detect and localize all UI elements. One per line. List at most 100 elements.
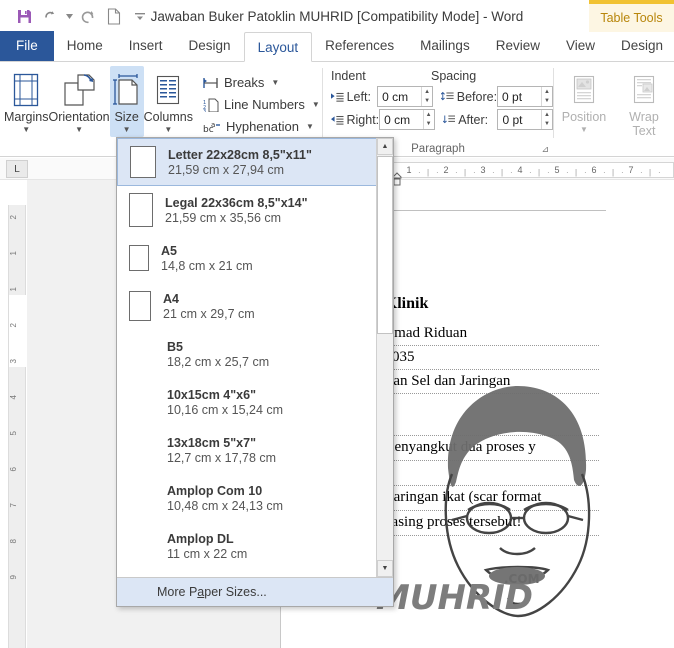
paper-size-text: 10x15cm 4"x6" 10,16 cm x 15,24 cm	[167, 388, 283, 417]
paper-size-item[interactable]: 279,4x431,8mm 11"x17" (Berskala)27,94 cm…	[117, 570, 393, 577]
paper-size-text: Letter 22x28cm 8,5"x11" 21,59 cm x 27,94 …	[168, 148, 312, 177]
save-icon[interactable]	[12, 4, 36, 28]
paper-size-item[interactable]: A4 21 cm x 29,7 cm	[117, 282, 393, 330]
paper-size-name: A4	[163, 291, 179, 306]
undo-icon[interactable]	[38, 4, 62, 28]
indent-right-spin-up[interactable]: ▲	[424, 110, 434, 120]
spacing-before-spin-up[interactable]: ▲	[542, 87, 552, 97]
ruler-tick: 1	[9, 287, 18, 292]
tab-file[interactable]: File	[0, 31, 54, 61]
spacing-after-stepper[interactable]: ▲ ▼	[497, 109, 554, 130]
spacing-after-icon	[442, 115, 456, 123]
ruler-tick: 2	[443, 165, 449, 175]
tab-references[interactable]: References	[312, 31, 407, 61]
ruler-tick: 3	[480, 165, 486, 175]
indent-right-stepper[interactable]: ▲ ▼	[379, 109, 435, 130]
margins-button[interactable]: Margins ▼	[4, 66, 48, 137]
tab-insert[interactable]: Insert	[116, 31, 176, 61]
paper-size-name: Letter 22x28cm 8,5"x11"	[168, 147, 312, 162]
ruler-minor-tick: |	[538, 168, 541, 177]
paper-size-item[interactable]: Amplop Com 10 10,48 cm x 24,13 cm	[117, 474, 393, 522]
ruler-minor-tick: ·	[640, 168, 643, 177]
indent-right-label: Right:	[346, 112, 380, 127]
spacing-before-stepper[interactable]: ▲ ▼	[497, 86, 554, 107]
spacing-before-input[interactable]	[498, 87, 541, 106]
breaks-button[interactable]: Breaks ▼	[199, 72, 324, 93]
customize-quick-access-toolbar-icon[interactable]	[128, 4, 152, 28]
paper-size-item[interactable]: 13x18cm 5"x7" 12,7 cm x 17,78 cm	[117, 426, 393, 474]
paper-size-item[interactable]: Legal 22x36cm 8,5"x14" 21,59 cm x 35,56 c…	[117, 186, 393, 234]
tab-view[interactable]: View	[553, 31, 608, 61]
tab-review[interactable]: Review	[483, 31, 553, 61]
indent-left-spin-up[interactable]: ▲	[422, 87, 432, 97]
paper-size-scrollbar[interactable]: ▲ ▼	[376, 138, 393, 577]
spacing-after-input[interactable]	[498, 110, 541, 129]
line-numbers-caret-icon[interactable]: ▼	[312, 100, 320, 109]
position-caret-icon[interactable]: ▼	[580, 125, 588, 134]
spacing-after-spin-arrows[interactable]: ▲ ▼	[540, 110, 552, 130]
paper-size-item[interactable]: B5 18,2 cm x 25,7 cm	[117, 330, 393, 378]
spacing-after-spin-up[interactable]: ▲	[542, 110, 552, 120]
hyphenation-button[interactable]: bc a Hyphenation ▼	[199, 116, 324, 137]
tab-mailings[interactable]: Mailings	[407, 31, 483, 61]
paper-size-thumbnail-icon	[129, 291, 151, 321]
ruler-minor-tick: |	[575, 168, 578, 177]
wrap-text-button[interactable]: Wrap Text	[614, 66, 674, 157]
redo-icon[interactable]	[76, 4, 100, 28]
tab-stop-selector[interactable]: L	[6, 160, 28, 178]
paragraph-dialog-launcher[interactable]: ⊿	[541, 144, 549, 155]
tab-table-tools-design[interactable]: Design	[608, 31, 674, 61]
margins-caret-icon[interactable]: ▼	[22, 125, 30, 134]
position-button[interactable]: Position ▼	[554, 66, 614, 157]
indent-left-icon	[331, 92, 344, 102]
ruler-tick: 1	[9, 251, 18, 256]
columns-label: Columns	[143, 110, 193, 124]
horizontal-ruler[interactable]: 1 · | · 2 · | · 3 · | · 4 · | · 5 · | · 6 · | · 7 · | ·	[390, 162, 674, 178]
line-numbers-label: Line Numbers	[223, 97, 305, 112]
breaks-caret-icon[interactable]: ▼	[271, 78, 279, 87]
scroll-down-arrow-icon[interactable]: ▼	[377, 560, 393, 577]
spacing-after-spin-down[interactable]: ▼	[542, 120, 552, 130]
orientation-button[interactable]: Orientation ▼	[48, 66, 110, 137]
indent-left-spin-down[interactable]: ▼	[422, 97, 432, 107]
tab-design[interactable]: Design	[176, 31, 244, 61]
ruler-minor-tick: ·	[547, 168, 550, 177]
tab-home[interactable]: Home	[54, 31, 116, 61]
page-setup-small-buttons: Breaks ▼ 1 2 3 Line Numbers ▼ bc a Hyphe…	[193, 66, 324, 137]
paper-size-dimensions: 18,2 cm x 25,7 cm	[167, 354, 270, 369]
new-document-icon[interactable]	[102, 4, 126, 28]
size-button[interactable]: Size ▼	[109, 66, 144, 137]
tab-layout[interactable]: Layout	[243, 32, 313, 62]
paper-size-item[interactable]: Letter 22x28cm 8,5"x11" 21,59 cm x 27,94 …	[117, 138, 393, 186]
paper-size-list[interactable]: Letter 22x28cm 8,5"x11" 21,59 cm x 27,94 …	[117, 138, 393, 577]
paper-size-item[interactable]: Amplop DL 11 cm x 22 cm	[117, 522, 393, 570]
scroll-up-arrow-icon[interactable]: ▲	[377, 138, 393, 155]
indent-left-spin-arrows[interactable]: ▲ ▼	[421, 87, 432, 106]
paper-size-dropdown-menu[interactable]: Letter 22x28cm 8,5"x11" 21,59 cm x 27,94 …	[116, 137, 394, 607]
paper-size-name: Amplop Com 10	[167, 483, 263, 498]
hyphenation-caret-icon[interactable]: ▼	[306, 122, 314, 131]
more-paper-sizes-item[interactable]: More Paper Sizes...	[117, 577, 393, 606]
paper-size-item[interactable]: A5 14,8 cm x 21 cm	[117, 234, 393, 282]
paper-size-dimensions: 12,7 cm x 17,78 cm	[167, 450, 277, 465]
spacing-before-spin-arrows[interactable]: ▲ ▼	[540, 87, 552, 107]
orientation-caret-icon[interactable]: ▼	[75, 125, 83, 134]
columns-button[interactable]: Columns ▼	[144, 66, 193, 137]
indent-right-input[interactable]	[380, 110, 423, 129]
line-numbers-button[interactable]: 1 2 3 Line Numbers ▼	[199, 94, 324, 115]
paper-size-item[interactable]: 10x15cm 4"x6" 10,16 cm x 15,24 cm	[117, 378, 393, 426]
columns-caret-icon[interactable]: ▼	[164, 125, 172, 134]
size-caret-icon[interactable]: ▼	[123, 125, 131, 134]
indent-right-spin-down[interactable]: ▼	[424, 120, 434, 130]
undo-dropdown-caret-icon[interactable]	[64, 4, 74, 28]
vertical-ruler[interactable]: 2 1 1 2 3 4 5 6 7 8 9	[8, 205, 27, 648]
paper-size-thumbnail-icon	[129, 245, 149, 271]
indent-right-spin-arrows[interactable]: ▲ ▼	[422, 110, 434, 130]
line-numbers-icon: 1 2 3	[203, 98, 219, 112]
indent-left-stepper[interactable]: ▲ ▼	[377, 86, 434, 107]
ruler-tick: 5	[9, 431, 18, 436]
scrollbar-thumb[interactable]	[377, 156, 393, 334]
spacing-before-spin-down[interactable]: ▼	[542, 97, 552, 107]
ribbon-group-arrange: Position ▼ Wrap Text	[554, 62, 674, 157]
indent-left-input[interactable]	[378, 87, 422, 106]
